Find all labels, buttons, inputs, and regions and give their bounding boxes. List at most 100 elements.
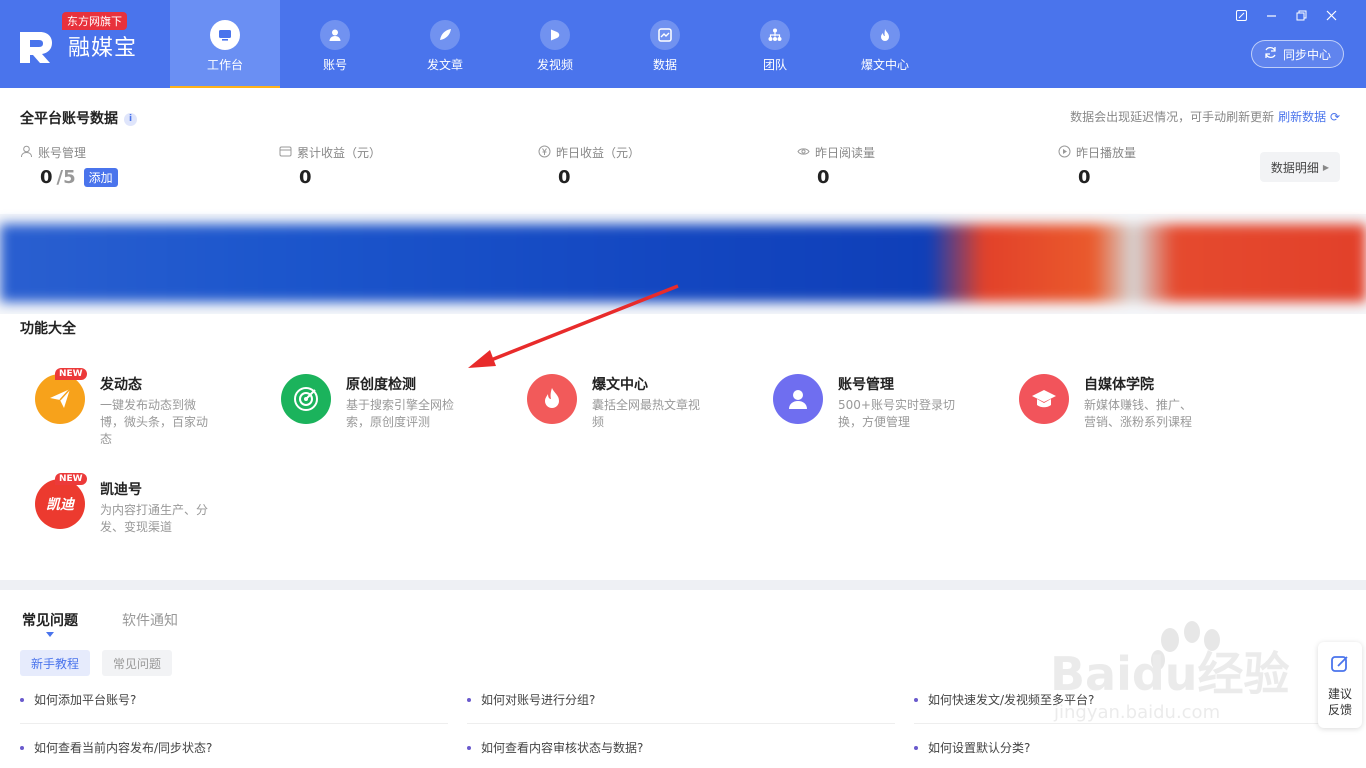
stat-value-row: 0/5 添加 (20, 167, 118, 188)
functions-title: 功能大全 (20, 321, 76, 337)
data-detail-button[interactable]: 数据明细 ▶ (1260, 152, 1340, 182)
tab-faq[interactable]: 常见问题 (22, 610, 78, 630)
nav-data[interactable]: 数据 (610, 0, 720, 88)
divider (467, 723, 895, 724)
func-desc: 基于搜索引擎全网检索，原创度评测 (346, 398, 455, 429)
radar-icon (281, 374, 331, 424)
team-icon (760, 20, 790, 50)
top-bar: 东方网旗下 融媒宝 工作台 账号 发文章 发视频 数据 团队 爆文中心 同步中心 (0, 0, 1366, 88)
fire-icon (527, 374, 577, 424)
stat-label-row: 账号管理 (20, 144, 118, 161)
nav-label: 团队 (762, 58, 787, 72)
tab-notices[interactable]: 软件通知 (122, 610, 178, 630)
nav-account[interactable]: 账号 (280, 0, 390, 88)
monitor-icon (210, 20, 240, 50)
nav-label: 数据 (652, 58, 677, 72)
feedback-edit-icon (1330, 654, 1350, 678)
nav-post-video[interactable]: 发视频 (500, 0, 610, 88)
window-controls (1234, 8, 1338, 22)
caret-right-icon: ▶ (1322, 162, 1330, 172)
flame-icon (870, 20, 900, 50)
stat-yesterday-income: 昨日收益（元） 0 (538, 144, 640, 188)
faq-question[interactable]: 如何快速发文/发视频至多平台? (914, 690, 1342, 710)
eye-icon (797, 145, 810, 161)
edit-icon[interactable] (1234, 8, 1248, 22)
func-viral-center[interactable]: 爆文中心 囊括全网最热文章视频 (527, 374, 757, 444)
user-outline-icon (20, 145, 33, 161)
stat-label-row: 昨日阅读量 (797, 144, 875, 161)
nav-viral-center[interactable]: 爆文中心 (830, 0, 940, 88)
faq-panel: 常见问题 软件通知 新手教程 常见问题 如何添加平台账号? 如何对账号进行分组?… (0, 590, 1366, 768)
faq-question[interactable]: 如何查看内容审核状态与数据? (467, 738, 895, 758)
nav-post-article[interactable]: 发文章 (390, 0, 500, 88)
yuan-icon (538, 145, 551, 161)
stat-total-income: 累计收益（元） 0 (279, 144, 381, 188)
pill-beginner-tutorial[interactable]: 新手教程 (20, 650, 91, 676)
stat-value: 0 (40, 167, 53, 188)
kaidi-logo-text: 凯迪 (46, 497, 74, 513)
active-tab-indicator (46, 632, 54, 637)
sync-center-button[interactable]: 同步中心 (1250, 40, 1344, 68)
pill-common-questions[interactable]: 常见问题 (102, 650, 173, 676)
close-icon[interactable] (1324, 8, 1338, 22)
stat-value: 0 (817, 167, 830, 188)
nav-label: 发文章 (426, 58, 463, 72)
new-badge: NEW (55, 368, 87, 380)
func-originality-check[interactable]: 原创度检测 基于搜索引擎全网检索，原创度评测 (281, 374, 511, 444)
restore-icon[interactable] (1294, 8, 1308, 22)
func-desc: 为内容打通生产、分发、变现渠道 (100, 503, 209, 534)
nav-label: 账号 (322, 58, 347, 72)
faq-question[interactable]: 如何对账号进行分组? (467, 690, 895, 710)
brand-name: 融媒宝 (68, 36, 138, 61)
func-desc: 新媒体赚钱、推广、营销、涨粉系列课程 (1084, 398, 1193, 429)
refresh-icon: ⟳ (1329, 110, 1340, 124)
feedback-label: 建议 (1327, 687, 1352, 701)
stat-label-row: 累计收益（元） (279, 144, 381, 161)
nav-label: 爆文中心 (860, 58, 909, 72)
nav-label: 发视频 (536, 58, 573, 72)
stat-label: 账号管理 (38, 146, 87, 160)
divider (914, 723, 1342, 724)
feather-icon (430, 20, 460, 50)
faq-question[interactable]: 如何查看当前内容发布/同步状态? (20, 738, 448, 758)
stat-yesterday-reads: 昨日阅读量 0 (797, 144, 875, 188)
func-desc: 一键发布动态到微博，微头条，百家动态 (100, 398, 209, 446)
func-kaidi[interactable]: 凯迪 NEW 凯迪号 为内容打通生产、分发、变现渠道 (35, 473, 265, 549)
stat-value: 0 (1078, 167, 1091, 188)
feedback-button[interactable]: 建议 反馈 (1318, 642, 1362, 728)
info-icon[interactable]: i (124, 112, 137, 126)
faq-question[interactable]: 如何设置默认分类? (914, 738, 1342, 758)
brand-logo[interactable]: 东方网旗下 融媒宝 (18, 12, 158, 68)
stat-yesterday-plays: 昨日播放量 0 (1058, 144, 1136, 188)
nav-team[interactable]: 团队 (720, 0, 830, 88)
nav-label: 工作台 (206, 58, 243, 72)
func-media-academy[interactable]: 自媒体学院 新媒体赚钱、推广、营销、涨粉系列课程 (1019, 374, 1249, 444)
feedback-label: 反馈 (1327, 703, 1352, 717)
stat-label: 累计收益（元） (297, 146, 382, 160)
divider (20, 723, 448, 724)
red-arrow-annotation (468, 284, 679, 368)
func-title: 爆文中心 (592, 377, 648, 393)
stat-value-row: 0 (797, 167, 875, 188)
add-account-button[interactable]: 添加 (83, 168, 118, 187)
graduation-cap-icon (1019, 374, 1069, 424)
func-account-manage[interactable]: 账号管理 500+账号实时登录切换，方便管理 (773, 374, 1003, 444)
sync-icon (1264, 46, 1277, 62)
faq-question[interactable]: 如何添加平台账号? (20, 690, 448, 710)
func-desc: 囊括全网最热文章视频 (592, 398, 701, 429)
minimize-icon[interactable] (1264, 8, 1278, 22)
refresh-data-link[interactable]: 刷新数据 ⟳ (1278, 110, 1340, 124)
refresh-label: 刷新数据 (1278, 110, 1327, 124)
stats-panel: 全平台账号数据 i 数据会出现延迟情况，可手动刷新更新 刷新数据 ⟳ 账号管理 0/… (0, 88, 1366, 214)
func-post-dynamic[interactable]: NEW 发动态 一键发布动态到微博，微头条，百家动态 (35, 368, 265, 446)
brand-mark-icon (20, 32, 52, 63)
func-title: 账号管理 (838, 377, 894, 393)
stat-max: /5 (56, 167, 76, 188)
new-badge: NEW (55, 473, 87, 485)
person-icon (773, 374, 823, 424)
stat-value: 0 (299, 167, 312, 188)
nav-workbench[interactable]: 工作台 (170, 0, 280, 88)
stat-label-row: 昨日播放量 (1058, 144, 1136, 161)
wallet-icon (279, 145, 292, 161)
stat-label: 昨日播放量 (1076, 146, 1137, 160)
